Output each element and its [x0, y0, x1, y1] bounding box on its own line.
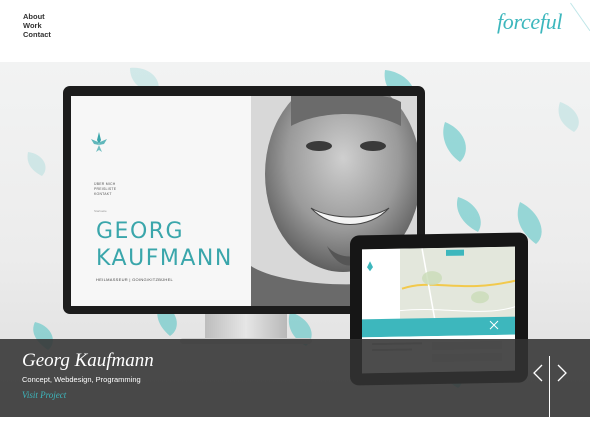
screen-heading: GEORG KAUFMANN [96, 218, 233, 272]
screen-heading-line1: GEORG [96, 219, 185, 244]
next-slide-button[interactable] [555, 364, 569, 382]
site-header: About Work Contact forceful [0, 0, 590, 62]
screen-heading-line2: KAUFMANN [96, 246, 233, 271]
caption-divider [549, 356, 550, 417]
screen-nav-item: KONTAKT [94, 192, 112, 196]
screen-breadcrumb: Startseite [94, 209, 107, 213]
site-logo[interactable]: forceful [497, 2, 590, 43]
prev-slide-button[interactable] [531, 364, 545, 382]
screen-subtitle: HEILMASSEUR | GOING/KITZBÜHEL [96, 277, 174, 282]
nav-item-about[interactable]: About [23, 12, 51, 21]
logo-text: forceful [497, 9, 563, 34]
chevron-right-icon [557, 364, 567, 382]
project-caption: Georg Kaufmann Concept, Webdesign, Progr… [0, 339, 590, 417]
visit-project-link[interactable]: Visit Project [22, 390, 66, 400]
site-star-logo [91, 132, 107, 152]
chevron-left-icon [533, 364, 543, 382]
logo-accent-line [570, 2, 590, 32]
project-title: Georg Kaufmann [22, 350, 154, 371]
project-tags: Concept, Webdesign, Programming [22, 375, 141, 384]
nav-item-contact[interactable]: Contact [23, 30, 51, 39]
screen-nav: ÜBER MICH PREISLISTE KONTAKT [94, 182, 116, 197]
monitor-stand [205, 314, 287, 340]
nav-item-work[interactable]: Work [23, 21, 51, 30]
main-nav: About Work Contact [23, 12, 51, 39]
